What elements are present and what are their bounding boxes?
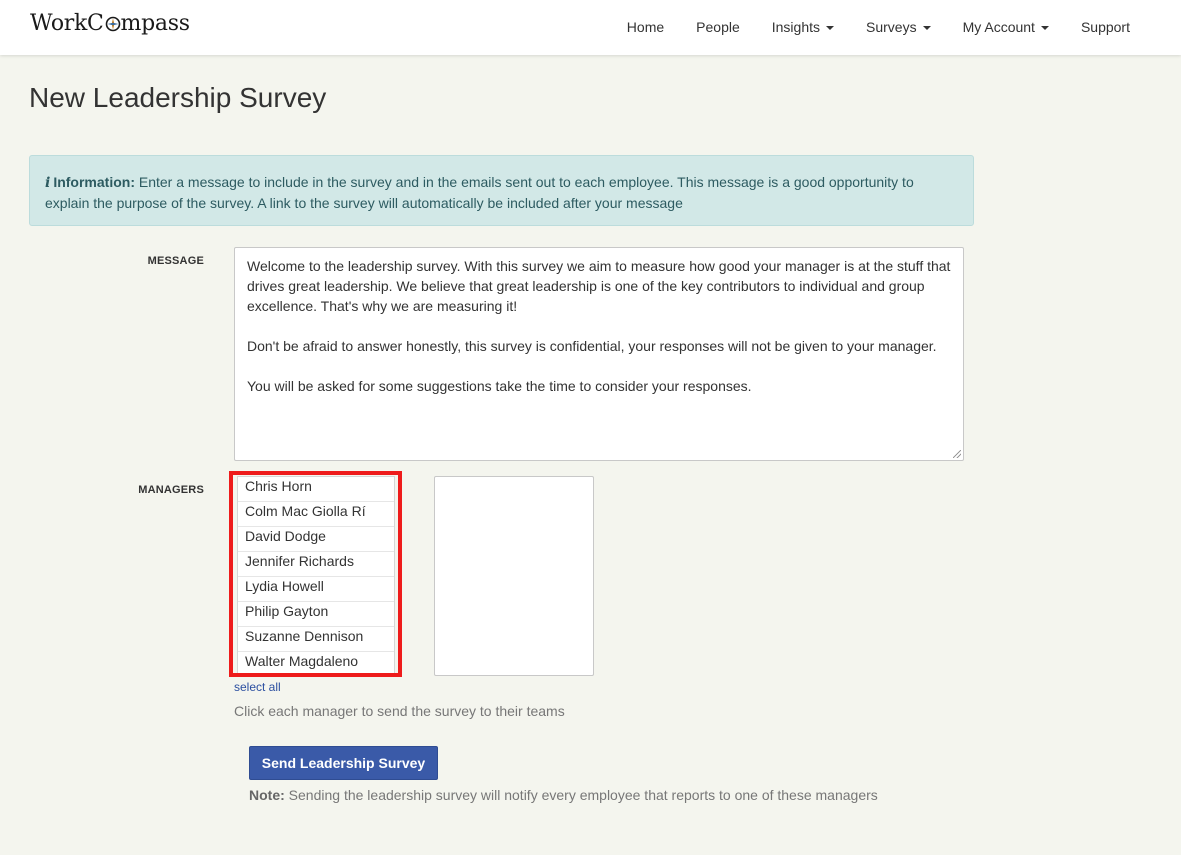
- caret-down-icon: [1040, 26, 1049, 31]
- brand-name-part1: WorkC: [30, 11, 104, 36]
- managers-help-text: Click each manager to send the survey to…: [234, 703, 565, 719]
- message-label: MESSAGE: [147, 255, 204, 267]
- info-text: Enter a message to include in the survey…: [45, 174, 914, 211]
- nav-my-account-label: My Account: [962, 19, 1035, 35]
- nav-people-label: People: [696, 19, 740, 35]
- top-navbar: WorkC mpass Home People Insights Surveys …: [0, 0, 1181, 55]
- selected-managers-list[interactable]: [434, 476, 594, 676]
- nav-insights[interactable]: Insights: [756, 0, 850, 55]
- brand-name-part2: mpass: [120, 11, 190, 36]
- nav-home[interactable]: Home: [611, 0, 680, 55]
- page-title: New Leadership Survey: [29, 82, 327, 113]
- caret-down-icon: [922, 26, 931, 31]
- send-survey-button[interactable]: Send Leadership Survey: [249, 746, 438, 780]
- select-all-link[interactable]: select all: [234, 680, 281, 694]
- info-icon: i: [45, 175, 51, 191]
- nav-surveys-label: Surveys: [866, 19, 917, 35]
- managers-label: MANAGERS: [138, 484, 204, 496]
- compass-icon: [105, 16, 121, 32]
- note-text: Sending the leadership survey will notif…: [284, 787, 878, 803]
- main-nav: Home People Insights Surveys My Account …: [611, 0, 1146, 55]
- info-alert: i Information: Enter a message to include…: [29, 155, 974, 226]
- message-textarea[interactable]: Welcome to the leadership survey. With t…: [234, 247, 964, 461]
- nav-support-label: Support: [1080, 19, 1130, 35]
- message-text: Welcome to the leadership survey. With t…: [247, 258, 951, 394]
- note-heading: Note:: [249, 787, 285, 803]
- nav-surveys[interactable]: Surveys: [850, 0, 947, 55]
- nav-insights-label: Insights: [771, 19, 820, 35]
- nav-people[interactable]: People: [680, 0, 756, 55]
- caret-down-icon: [826, 26, 834, 31]
- info-heading: Information:: [53, 174, 135, 190]
- nav-support[interactable]: Support: [1065, 0, 1146, 55]
- brand-logo[interactable]: WorkC mpass: [30, 11, 190, 36]
- send-note: Note: Sending the leadership survey will…: [249, 787, 878, 803]
- managers-highlight-box: [229, 471, 402, 677]
- nav-home-label: Home: [626, 19, 665, 35]
- nav-my-account[interactable]: My Account: [947, 0, 1065, 55]
- resize-handle-icon[interactable]: [953, 450, 961, 458]
